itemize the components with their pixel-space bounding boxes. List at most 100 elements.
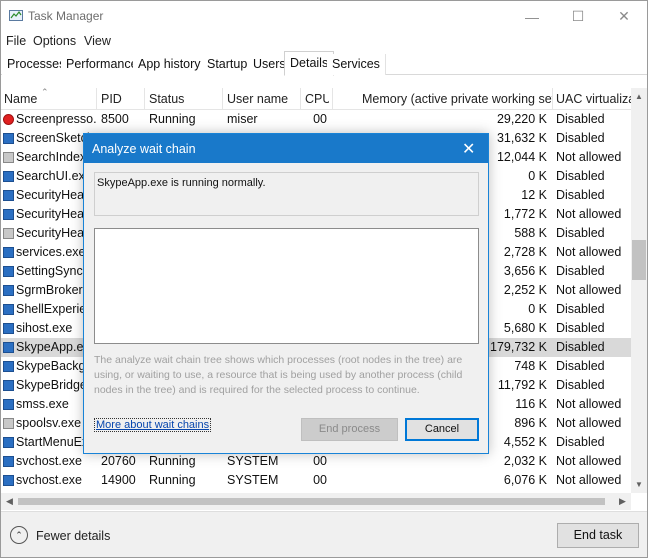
tab-startup[interactable]: Startup xyxy=(202,54,254,75)
minimize-icon: — xyxy=(525,8,539,25)
column-divider[interactable] xyxy=(300,88,301,110)
column-divider[interactable] xyxy=(222,88,223,110)
app-icon xyxy=(3,266,14,277)
end-process-button[interactable]: End process xyxy=(301,418,398,441)
app-icon xyxy=(3,342,14,353)
scroll-right-icon[interactable]: ▶ xyxy=(614,493,631,510)
column-status[interactable]: Status xyxy=(149,92,224,106)
shield-icon xyxy=(3,228,14,239)
title-bar: Task Manager — ☐ ✕ xyxy=(1,1,647,32)
process-uac: Disabled xyxy=(556,321,605,335)
wait-chain-description: The analyze wait chain tree shows which … xyxy=(94,354,463,396)
column-uac[interactable]: UAC virtualizat xyxy=(556,92,631,106)
tab-performance[interactable]: Performance xyxy=(61,54,144,75)
menu-view[interactable]: View xyxy=(84,34,111,48)
process-uac: Disabled xyxy=(556,378,605,392)
process-status: Running xyxy=(149,473,196,487)
wait-chain-status-box: SkypeApp.exe is running normally. xyxy=(94,172,479,216)
process-uac: Not allowed xyxy=(556,454,622,468)
process-uac: Disabled xyxy=(556,226,605,240)
app-icon xyxy=(3,209,14,220)
screenpresso-icon xyxy=(3,114,14,125)
app-icon xyxy=(3,475,14,486)
process-cpu: 00 xyxy=(313,473,327,487)
chevron-up-icon[interactable]: ⌃ xyxy=(10,526,28,544)
process-memory: 6,076 K xyxy=(503,473,547,487)
end-task-button[interactable]: End task xyxy=(557,523,639,548)
process-user: SYSTEM xyxy=(227,454,279,468)
process-name: Screenpresso... xyxy=(16,112,96,126)
process-uac: Not allowed xyxy=(556,283,622,297)
process-uac: Not allowed xyxy=(556,150,622,164)
wait-chain-status: SkypeApp.exe is running normally. xyxy=(97,177,266,189)
column-divider[interactable] xyxy=(96,88,97,110)
process-user: miser xyxy=(227,112,258,126)
app-icon xyxy=(3,247,14,258)
menu-options[interactable]: Options xyxy=(33,34,76,48)
printer-icon xyxy=(3,418,14,429)
column-cpu[interactable]: CPU xyxy=(305,92,329,106)
process-cpu: 00 xyxy=(313,112,327,126)
process-uac: Not allowed xyxy=(556,245,622,259)
app-icon xyxy=(3,190,14,201)
process-status: Running xyxy=(149,112,196,126)
app-icon xyxy=(3,304,14,315)
column-user-name[interactable]: User name xyxy=(227,92,302,106)
maximize-button[interactable]: ☐ xyxy=(555,1,601,32)
table-row[interactable]: svchost.exe 14900 Running SYSTEM 00 6,076 K No… xyxy=(1,471,631,490)
tab-app-history[interactable]: App history xyxy=(133,54,207,75)
more-about-wait-chains-link[interactable]: More about wait chains xyxy=(94,418,212,432)
process-memory: 2,032 K xyxy=(503,454,547,468)
table-row[interactable]: svchost.exe 20760 Running SYSTEM 00 2,032 K No… xyxy=(1,452,631,471)
app-icon xyxy=(3,285,14,296)
fewer-details-link[interactable]: Fewer details xyxy=(36,529,110,543)
column-name[interactable]: Name xyxy=(4,92,94,106)
cancel-button[interactable]: Cancel xyxy=(405,418,479,441)
process-status: Running xyxy=(149,454,196,468)
tab-services[interactable]: Services xyxy=(327,54,386,75)
column-divider[interactable] xyxy=(144,88,145,110)
process-user: SYSTEM xyxy=(227,473,279,487)
app-icon xyxy=(3,133,14,144)
column-memory[interactable]: Memory (active private working set) xyxy=(362,92,552,106)
task-manager-icon xyxy=(9,9,23,23)
maximize-icon: ☐ xyxy=(571,8,585,24)
menu-file[interactable]: File xyxy=(6,34,26,48)
process-uac: Disabled xyxy=(556,435,605,449)
footer-bar: ⌃ Fewer details End task xyxy=(1,511,647,557)
column-divider[interactable] xyxy=(552,88,553,110)
app-icon xyxy=(3,171,14,182)
process-pid: 8500 xyxy=(101,112,129,126)
tab-strip: Processes Performance App history Startu… xyxy=(1,51,647,76)
scroll-down-icon[interactable]: ▼ xyxy=(631,476,647,493)
process-uac: Not allowed xyxy=(556,473,622,487)
horizontal-scrollbar[interactable]: ◀ ▶ xyxy=(1,493,631,510)
process-memory: 29,220 K xyxy=(496,112,547,126)
dialog-close-icon[interactable]: ✕ xyxy=(462,139,475,159)
column-pid[interactable]: PID xyxy=(101,92,146,106)
process-uac: Disabled xyxy=(556,340,605,354)
analyze-wait-chain-dialog: Analyze wait chain ✕ SkypeApp.exe is run… xyxy=(83,133,489,454)
process-cpu: 00 xyxy=(313,454,327,468)
vertical-scroll-thumb[interactable] xyxy=(632,240,646,280)
minimize-button[interactable]: — xyxy=(509,1,555,32)
column-divider[interactable] xyxy=(332,88,333,110)
wait-chain-tree[interactable] xyxy=(94,228,479,344)
process-uac: Not allowed xyxy=(556,207,622,221)
close-button[interactable]: ✕ xyxy=(601,1,647,32)
window-title: Task Manager xyxy=(28,9,104,23)
horizontal-scroll-thumb[interactable] xyxy=(18,498,605,505)
scroll-up-icon[interactable]: ▲ xyxy=(631,88,647,105)
process-name: svchost.exe xyxy=(16,454,83,468)
app-icon xyxy=(3,380,14,391)
process-uac: Not allowed xyxy=(556,416,622,430)
app-icon xyxy=(3,437,14,448)
close-icon: ✕ xyxy=(618,8,630,24)
app-icon xyxy=(3,323,14,334)
table-row[interactable]: Screenpresso... 8500 Running miser 00 29,220 … xyxy=(1,110,631,129)
app-icon xyxy=(3,361,14,372)
scroll-left-icon[interactable]: ◀ xyxy=(1,493,18,510)
process-uac: Not allowed xyxy=(556,397,622,411)
vertical-scrollbar[interactable]: ▲ ▼ xyxy=(631,88,647,493)
menu-bar: File Options View xyxy=(1,32,647,52)
